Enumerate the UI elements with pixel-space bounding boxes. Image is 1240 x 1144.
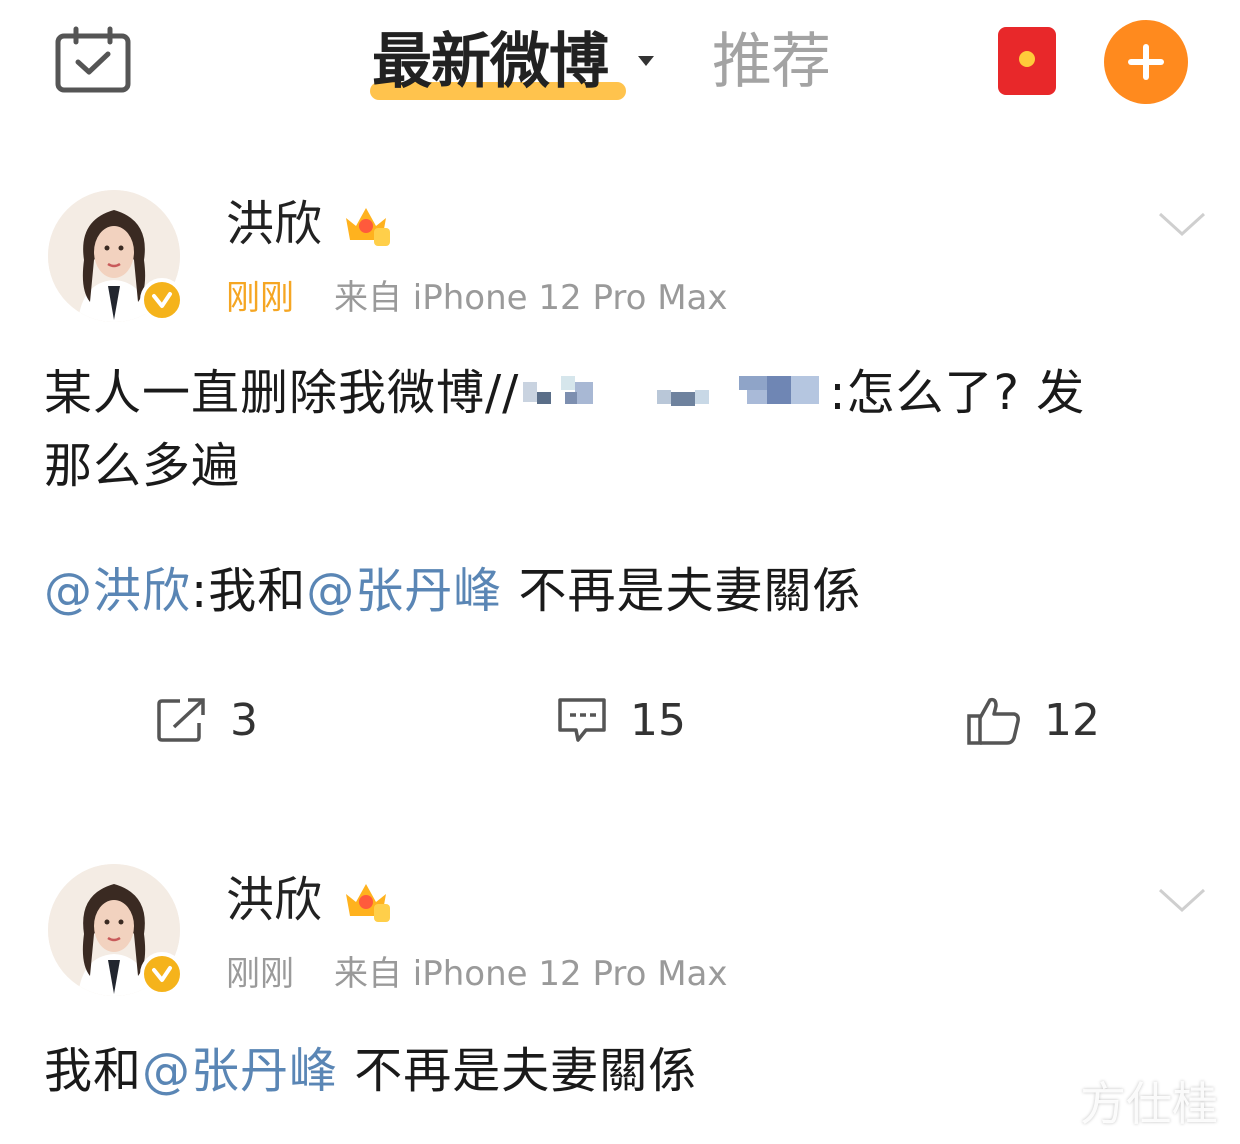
red-packet-coin [1019,51,1035,67]
watermark: 方仕桂 [1080,1077,1218,1131]
repost-rest: 不再是夫妻關係 [502,563,862,619]
chevron-down-icon[interactable] [1156,208,1208,238]
like-button[interactable]: 12 [966,690,1100,750]
post-source: 来自 iPhone 12 Pro Max [334,954,728,994]
post-text-prefix: 我和 [44,1043,143,1099]
username[interactable]: 洪欣 [226,196,322,252]
comment-icon [558,698,606,742]
post-time: 刚刚 [226,278,294,318]
repost-button[interactable]: 3 [156,690,258,750]
tab-latest[interactable]: 最新微博 [370,22,626,106]
mention-link[interactable]: @洪欣 [44,563,191,619]
post-text-prefix: 某人一直删除我微博// [44,365,520,421]
vip-crown-icon[interactable] [340,200,392,250]
compose-plus-button[interactable] [1104,20,1188,104]
repost-icon [157,698,205,742]
vip-crown-icon[interactable] [340,876,392,926]
repost-count: 3 [230,694,258,746]
post-body: 某人一直删除我微博// :怎么了? 发 那么多遍 [44,358,1204,501]
red-packet-icon[interactable] [998,27,1056,95]
calendar-check-icon[interactable] [54,26,132,94]
repost-text: @洪欣:我和@张丹峰 不再是夫妻關係 [44,556,861,626]
post-body-line1: 某人一直删除我微博// :怎么了? 发 [44,358,1204,431]
repost-sep: :我和 [191,563,307,619]
username[interactable]: 洪欣 [226,872,322,928]
dropdown-caret-icon[interactable] [638,56,654,66]
tab-recommend[interactable]: 推荐 [712,22,831,102]
post-text-after-blur: :怎么了? 发 [829,365,1086,421]
post-source: 来自 iPhone 12 Pro Max [334,278,728,318]
post-time: 刚刚 [226,954,294,994]
post-body-line2: 那么多遍 [44,438,241,494]
comment-count: 15 [630,694,686,746]
post-text-rest: 不再是夫妻關係 [338,1043,698,1099]
mention-link[interactable]: @张丹峰 [142,1043,338,1099]
verified-badge-icon [140,278,184,322]
thumbs-up-icon [967,697,1020,745]
blurred-mention [519,361,829,431]
verified-badge-icon [140,952,184,996]
comment-button[interactable]: 15 [556,690,686,750]
mention-link[interactable]: @张丹峰 [306,563,502,619]
tab-latest-label: 最新微博 [372,27,609,97]
like-count: 12 [1044,694,1100,746]
post-body: 我和@张丹峰 不再是夫妻關係 [44,1036,697,1106]
chevron-down-icon[interactable] [1156,884,1208,914]
